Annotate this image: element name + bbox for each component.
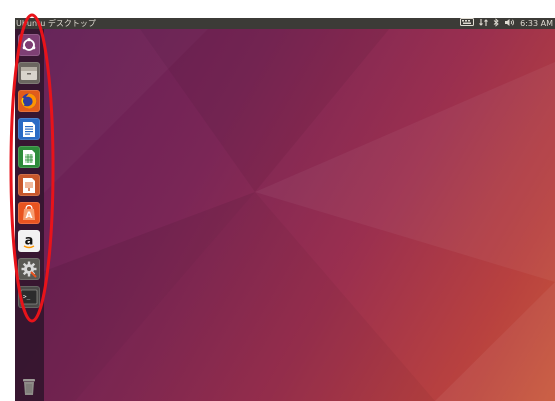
launcher-item-trash[interactable] (18, 376, 40, 398)
svg-text:A: A (26, 211, 33, 221)
wallpaper-facets (15, 22, 555, 401)
launcher-item-calc[interactable] (18, 146, 40, 168)
software-center-icon: A (20, 204, 38, 222)
bluetooth-icon[interactable] (493, 17, 499, 30)
launcher-item-terminal[interactable]: >_ (18, 286, 40, 308)
writer-icon (22, 121, 36, 138)
ubuntu-dash-icon (21, 37, 37, 53)
impress-icon (22, 177, 36, 194)
launcher-item-dash[interactable] (18, 34, 40, 56)
launcher-item-impress[interactable] (18, 174, 40, 196)
firefox-icon (20, 92, 38, 110)
terminal-icon: >_ (20, 289, 38, 305)
launcher-item-writer[interactable] (18, 118, 40, 140)
launcher-item-settings[interactable] (18, 258, 40, 280)
calc-icon (22, 149, 36, 166)
indicator-area: 6:33 AM (460, 17, 553, 30)
launcher-item-files[interactable] (18, 62, 40, 84)
file-manager-icon (20, 65, 38, 81)
screen: Ubuntu デスクトップ 6:33 AM A a >_ (0, 0, 555, 401)
top-panel: Ubuntu デスクトップ 6:33 AM (15, 17, 555, 30)
launcher: A a >_ (15, 29, 44, 401)
launcher-item-firefox[interactable] (18, 90, 40, 112)
network-icon[interactable] (479, 18, 488, 30)
svg-text:>_: >_ (23, 294, 31, 301)
desktop-wallpaper[interactable] (15, 22, 555, 401)
volume-icon[interactable] (504, 18, 515, 30)
keyboard-icon[interactable] (460, 18, 475, 29)
system-settings-icon (20, 260, 38, 278)
launcher-item-amazon[interactable]: a (18, 230, 40, 252)
trash-icon (22, 378, 36, 396)
clock[interactable]: 6:33 AM (520, 18, 553, 29)
amazon-icon: a (20, 232, 38, 250)
launcher-item-software[interactable]: A (18, 202, 40, 224)
window-title: Ubuntu デスクトップ (16, 19, 96, 28)
